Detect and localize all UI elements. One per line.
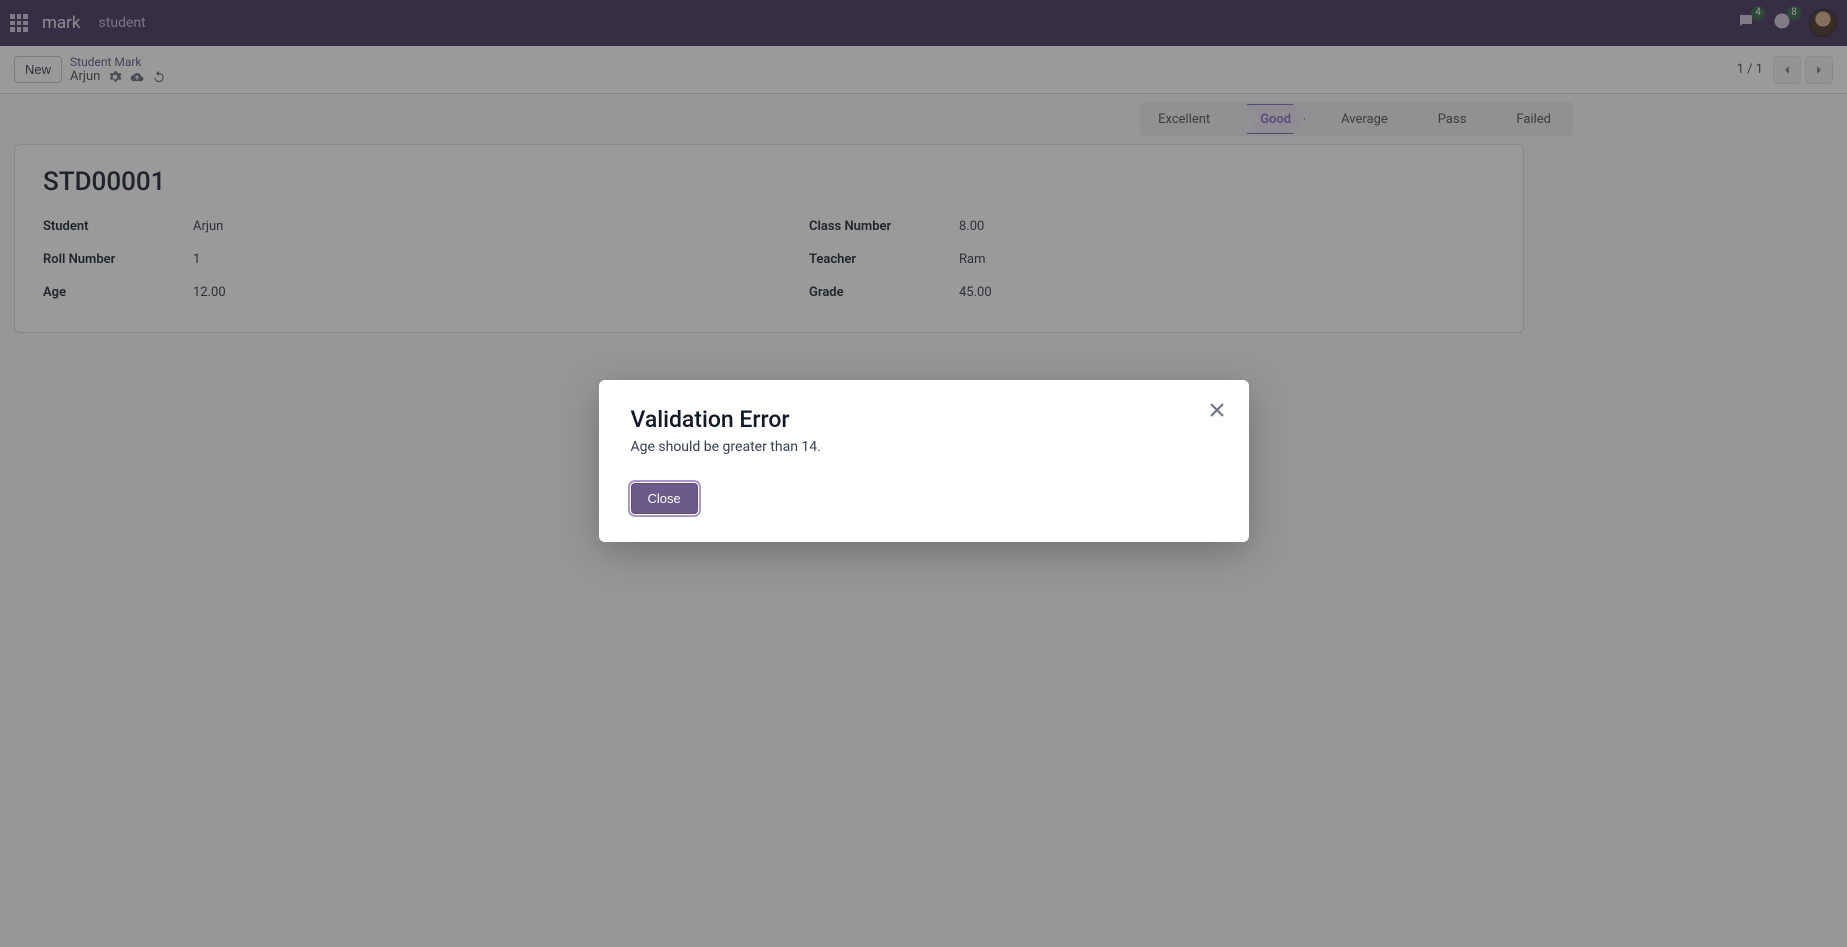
dialog-message: Age should be greater than 14.: [631, 439, 1217, 455]
close-icon: [1209, 402, 1225, 418]
close-button[interactable]: Close: [631, 483, 698, 514]
modal-overlay[interactable]: Validation Error Age should be greater t…: [0, 0, 1847, 947]
dialog-title: Validation Error: [631, 406, 1217, 433]
dialog-close-button[interactable]: [1203, 396, 1231, 424]
validation-error-dialog: Validation Error Age should be greater t…: [599, 380, 1249, 542]
